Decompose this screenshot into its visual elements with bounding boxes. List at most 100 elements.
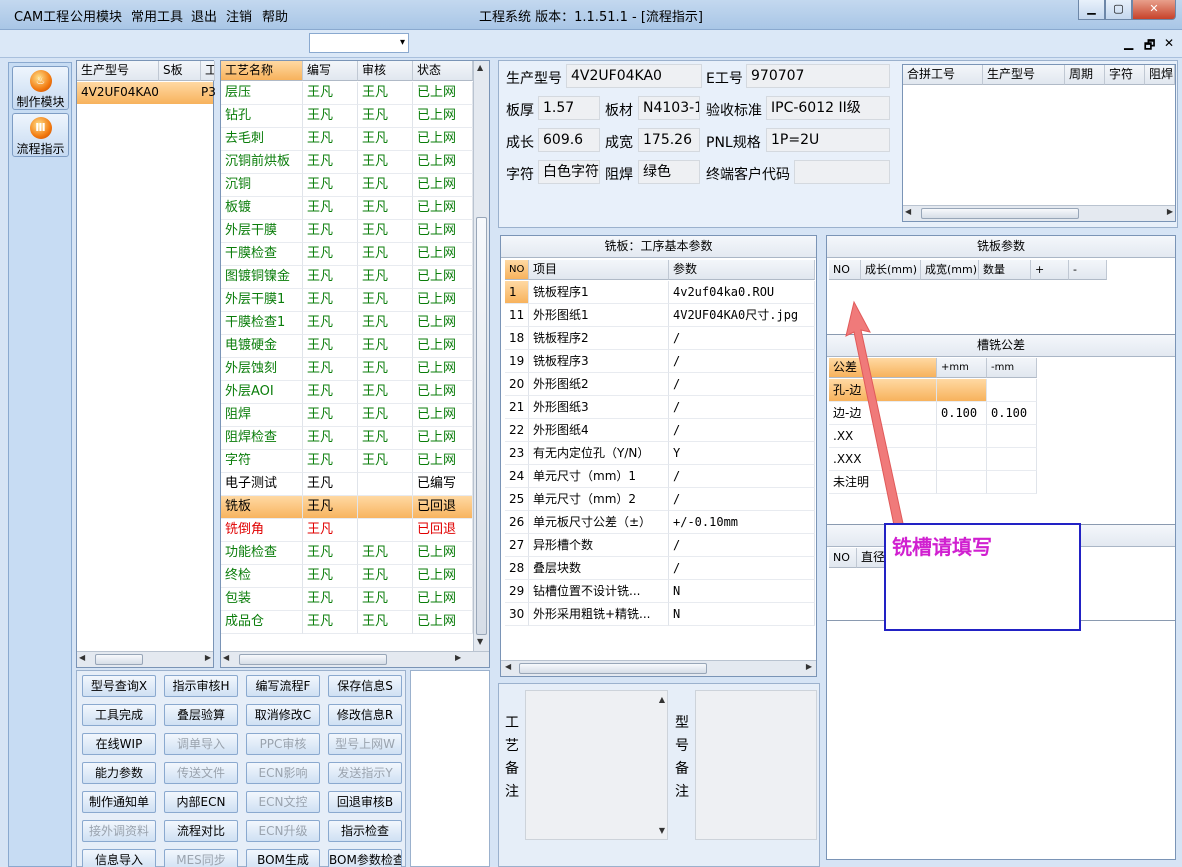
table-row[interactable]: 21 外形图纸3/ [505, 396, 815, 419]
col-header-no[interactable]: NO [829, 548, 857, 568]
scroll-right-icon[interactable]: ▶ [806, 662, 812, 671]
table-row[interactable]: 沉铜 王凡 王凡 已上网 [221, 174, 473, 197]
table-row[interactable]: 板镀 王凡 王凡 已上网 [221, 197, 473, 220]
table-row[interactable]: 19 铣板程序3/ [505, 350, 815, 373]
table-row[interactable]: 干膜检查1 王凡 王凡 已上网 [221, 312, 473, 335]
col-header-no[interactable]: NO [505, 260, 529, 280]
sidebar-make-module-button[interactable]: ♨ 制作模块 [12, 66, 69, 110]
col-header-mask[interactable]: 阻焊 [1145, 65, 1175, 85]
col-header-model[interactable]: 生产型号 [77, 61, 159, 81]
col-header-item[interactable]: 项目 [529, 260, 669, 280]
col-header-reviewer[interactable]: 审核 [358, 61, 413, 81]
action-button-0[interactable]: 型号查询X [82, 675, 156, 697]
col-header-s-board[interactable]: S板 [159, 61, 201, 81]
horizontal-scrollbar[interactable]: ◀ ▶ [903, 205, 1175, 221]
action-button-1[interactable]: 指示审核H [164, 675, 238, 697]
table-row[interactable]: 终检 王凡 王凡 已上网 [221, 565, 473, 588]
minimize-button[interactable]: ▁ [1078, 0, 1105, 20]
col-header-process-name[interactable]: 工艺名称 [221, 61, 303, 81]
table-row[interactable]: 功能检查 王凡 王凡 已上网 [221, 542, 473, 565]
table-row[interactable]: 外层蚀刻 王凡 王凡 已上网 [221, 358, 473, 381]
sidebar-flow-button[interactable]: Ⅲ 流程指示 [12, 113, 69, 157]
menu-exit[interactable]: 退出 [191, 6, 217, 25]
action-button-22[interactable]: ECN升级 [246, 820, 320, 842]
scroll-left-icon[interactable]: ◀ [905, 207, 911, 216]
menu-combo[interactable]: ▾ [309, 33, 409, 53]
customer-code-field[interactable] [794, 160, 890, 184]
scroll-right-icon[interactable]: ▶ [455, 653, 461, 662]
scroll-up-icon[interactable]: ▲ [659, 695, 665, 704]
action-button-2[interactable]: 编写流程F [246, 675, 320, 697]
char-field[interactable]: 白色字符 [538, 160, 600, 184]
action-button-23[interactable]: 指示检查 [328, 820, 402, 842]
horizontal-scrollbar[interactable]: ◀ ▶ [77, 651, 213, 667]
table-row[interactable]: 钻孔 王凡 王凡 已上网 [221, 105, 473, 128]
table-row[interactable]: 26 单元板尺寸公差（±） +/-0.10mm [505, 511, 815, 534]
material-field[interactable]: N4103-1 [638, 96, 700, 120]
col-header-length[interactable]: 成长(mm) [861, 260, 921, 280]
width-field[interactable]: 175.26 [638, 128, 700, 152]
action-button-13[interactable]: 传送文件 [164, 762, 238, 784]
menu-common-module[interactable]: 公用模块 [70, 6, 122, 25]
table-row[interactable]: 阻焊检查 王凡 王凡 已上网 [221, 427, 473, 450]
scrollbar-thumb[interactable] [921, 208, 1079, 219]
table-row[interactable]: 字符 王凡 王凡 已上网 [221, 450, 473, 473]
table-row[interactable]: 4V2UF04KA0 P3 [77, 82, 216, 104]
scrollbar-thumb[interactable] [95, 654, 143, 665]
mdi-restore-button[interactable]: 🗗 [1144, 36, 1155, 57]
vertical-scrollbar[interactable]: ▲ ▼ [473, 61, 489, 651]
table-row[interactable]: 30 外形采用粗铣+精铣... N [505, 603, 815, 626]
scroll-down-icon[interactable]: ▼ [659, 826, 665, 835]
action-button-20[interactable]: 接外调资料 [82, 820, 156, 842]
table-row[interactable]: 1 铣板程序1 4v2uf04ka0.ROU [505, 281, 815, 304]
horizontal-scrollbar[interactable]: ◀ ▶ [221, 651, 489, 667]
action-button-11[interactable]: 型号上网W [328, 733, 402, 755]
mdi-minimize-button[interactable]: ▁ [1124, 36, 1133, 50]
action-button-7[interactable]: 修改信息R [328, 704, 402, 726]
table-row[interactable]: 外层干膜1 王凡 王凡 已上网 [221, 289, 473, 312]
table-row[interactable]: 11 外形图纸1 4V2UF04KA0尺寸.jpg [505, 304, 815, 327]
action-button-14[interactable]: ECN影响 [246, 762, 320, 784]
action-button-24[interactable]: 信息导入 [82, 849, 156, 867]
action-button-25[interactable]: MES同步 [164, 849, 238, 867]
standard-field[interactable]: IPC-6012 II级 [766, 96, 890, 120]
table-row[interactable]: 电镀硬金 王凡 王凡 已上网 [221, 335, 473, 358]
table-row[interactable]: 干膜检查 王凡 王凡 已上网 [221, 243, 473, 266]
table-row[interactable]: 外层干膜 王凡 王凡 已上网 [221, 220, 473, 243]
table-row[interactable]: 电子测试 王凡 已编写 [221, 473, 473, 496]
action-button-18[interactable]: ECN文控 [246, 791, 320, 813]
table-row[interactable]: 外层AOI 王凡 王凡 已上网 [221, 381, 473, 404]
col-header-plus-mm[interactable]: +mm [937, 358, 987, 378]
table-row[interactable]: 阻焊 王凡 王凡 已上网 [221, 404, 473, 427]
menu-logout[interactable]: 注销 [226, 6, 252, 25]
scroll-right-icon[interactable]: ▶ [205, 653, 211, 662]
table-row[interactable]: 18 铣板程序2/ [505, 327, 815, 350]
horizontal-scrollbar[interactable]: ◀ ▶ [501, 660, 816, 676]
action-button-27[interactable]: BOM参数检查 [328, 849, 402, 867]
table-row[interactable]: 包装 王凡 王凡 已上网 [221, 588, 473, 611]
add-column-button[interactable]: + [1031, 260, 1069, 280]
action-button-3[interactable]: 保存信息S [328, 675, 402, 697]
action-button-15[interactable]: 发送指示Y [328, 762, 402, 784]
col-header-writer[interactable]: 编写 [303, 61, 358, 81]
action-button-4[interactable]: 工具完成 [82, 704, 156, 726]
action-button-12[interactable]: 能力参数 [82, 762, 156, 784]
action-button-8[interactable]: 在线WIP [82, 733, 156, 755]
table-row[interactable]: 成品仓 王凡 王凡 已上网 [221, 611, 473, 634]
table-row[interactable]: 25 单元尺寸（mm）2/ [505, 488, 815, 511]
col-header-work[interactable]: 工 [201, 61, 215, 81]
mask-field[interactable]: 绿色 [638, 160, 700, 184]
length-field[interactable]: 609.6 [538, 128, 600, 152]
col-header-char[interactable]: 字符 [1105, 65, 1145, 85]
col-header-width[interactable]: 成宽(mm) [921, 260, 979, 280]
scrollbar-thumb[interactable] [476, 217, 487, 635]
scroll-up-icon[interactable]: ▲ [477, 63, 483, 72]
table-row[interactable]: 20 外形图纸2/ [505, 373, 815, 396]
table-row[interactable]: 沉铜前烘板 王凡 王凡 已上网 [221, 151, 473, 174]
col-header-minus-mm[interactable]: -mm [987, 358, 1037, 378]
col-header-qty[interactable]: 数量 [979, 260, 1031, 280]
scroll-left-icon[interactable]: ◀ [79, 653, 85, 662]
remove-column-button[interactable]: - [1069, 260, 1107, 280]
scroll-left-icon[interactable]: ◀ [505, 662, 511, 671]
maximize-button[interactable]: ▢ [1105, 0, 1132, 20]
